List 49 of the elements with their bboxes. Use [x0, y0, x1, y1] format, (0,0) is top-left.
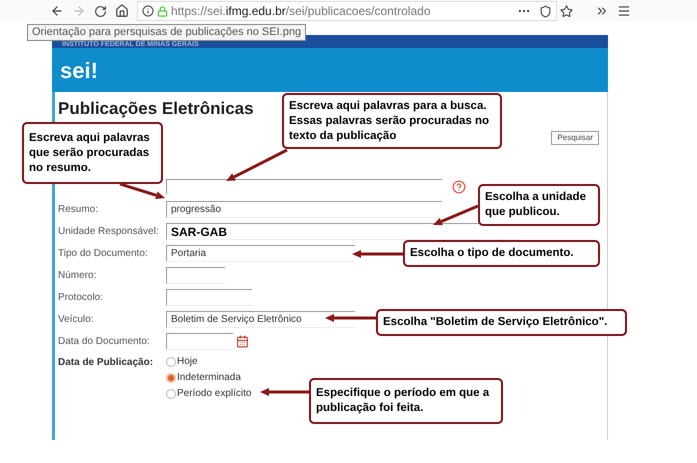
lock-icon: [157, 6, 168, 16]
select-field[interactable]: Portaria: [166, 245, 355, 262]
shield-icon[interactable]: [539, 4, 552, 18]
radio-option[interactable]: Período explícito: [166, 386, 252, 402]
field-label: Veículo:: [58, 313, 95, 327]
help-icon[interactable]: [452, 180, 466, 194]
url-text: https://sei.ifmg.edu.br/sei/publicacoes/controlado: [171, 3, 430, 20]
logo: sei!: [60, 56, 98, 84]
field-label: Data de Publicação:: [58, 356, 154, 370]
callout: Especifique o período em que a publicação foi feita.: [309, 378, 503, 424]
tooltip: Orientação para persquisas de publicações no SEI.png: [27, 24, 306, 41]
callout: Escolha o tipo de documento.: [403, 240, 600, 267]
radio-icon[interactable]: [166, 388, 176, 398]
select-field[interactable]: Boletim de Serviço Eletrônico: [166, 311, 355, 328]
arrow: [260, 388, 309, 396]
callout: Escreva aqui palavras para a busca. Essas palavras serão procuradas no texto da publicação: [282, 93, 502, 149]
field-label: Data do Documento:: [58, 335, 151, 349]
radio-icon[interactable]: [166, 372, 176, 382]
field-label: Número:: [58, 269, 98, 283]
arrow: [120, 182, 165, 200]
callout: Escreva aqui palavras que serão procuradas no resumo.: [22, 122, 163, 184]
page-title: Publicações Eletrônicas: [58, 98, 254, 120]
info-icon: [142, 5, 154, 17]
date-field[interactable]: [166, 333, 233, 350]
calendar-icon[interactable]: [236, 335, 249, 348]
arrow: [226, 148, 288, 181]
callout: Escolha "Boletim de Serviço Eletrônico".: [376, 309, 627, 336]
radio-icon[interactable]: [166, 356, 176, 366]
star-icon[interactable]: [560, 4, 573, 18]
input-field[interactable]: [166, 289, 252, 306]
field-label: Protocolo:: [58, 291, 104, 305]
field-label: Unidade Responsável:: [58, 225, 160, 239]
input-field[interactable]: [166, 267, 225, 284]
reload-icon[interactable]: [94, 4, 107, 18]
field-label: Tipo do Documento:: [58, 247, 149, 261]
arrow: [433, 204, 479, 226]
back-icon[interactable]: [50, 4, 64, 18]
radio-option[interactable]: Indeterminada: [166, 370, 252, 386]
search-button[interactable]: Pesquisar: [551, 130, 599, 144]
menu-icon[interactable]: [617, 4, 631, 18]
address-bar[interactable]: https://sei.ifmg.edu.br/sei/publicacoes/controlado: [137, 1, 557, 21]
arrow: [352, 250, 403, 258]
radio-option[interactable]: Hoje: [166, 354, 252, 370]
arrow: [325, 314, 376, 322]
select-field[interactable]: SAR-GAB: [166, 223, 520, 240]
callout: Escolha a unidade que publicou.: [478, 184, 600, 226]
field-label: Resumo:: [58, 203, 100, 217]
home-icon[interactable]: [115, 4, 129, 18]
input-field[interactable]: progressão: [166, 201, 442, 218]
